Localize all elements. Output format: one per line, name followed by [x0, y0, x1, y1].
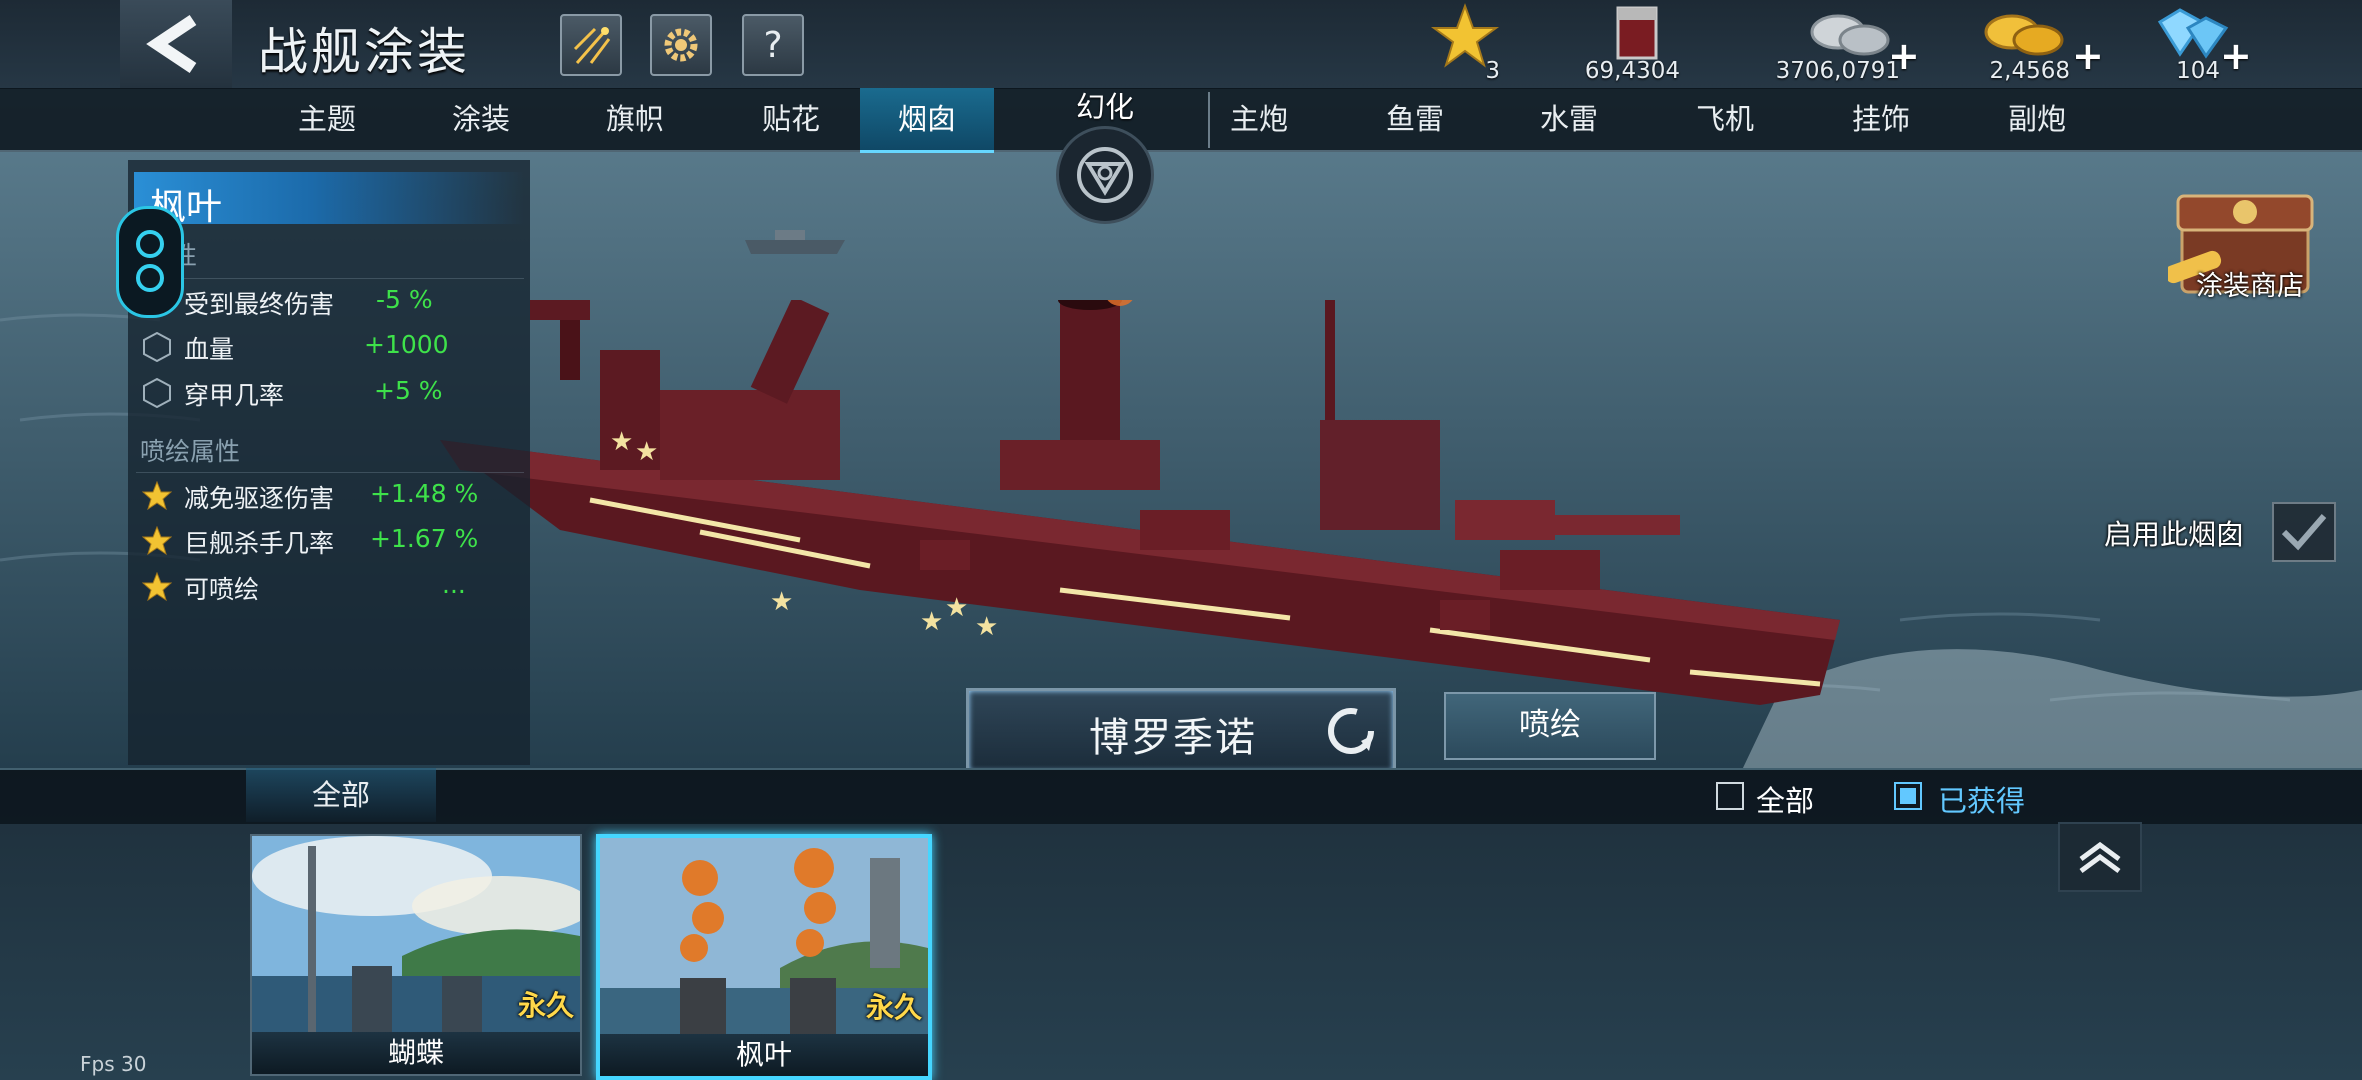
help-button[interactable]: ?: [742, 14, 804, 76]
settings-button[interactable]: [650, 14, 712, 76]
attr-value: +5 %: [374, 376, 443, 405]
skin-stats-panel: 枫叶 性 受到最终伤害 -5 % 血量 +1000 穿甲几率 +5 % 喷绘属性…: [128, 160, 530, 765]
side-emblem-badge[interactable]: [116, 206, 184, 318]
tab-decal[interactable]: 贴花: [726, 88, 856, 150]
tab-paint[interactable]: 涂装: [416, 88, 546, 150]
double-chevron-up-icon: [2079, 841, 2121, 874]
spray-attr-row: 减免驱逐伤害 +1.48 %: [136, 472, 524, 517]
skin-name-header: 枫叶: [134, 172, 524, 228]
show-all-checkbox[interactable]: [1716, 782, 1744, 810]
star-attribute-icon: [142, 572, 172, 602]
enable-chimney-checkbox[interactable]: [2272, 502, 2336, 562]
paint-resource: 69,4304: [1560, 0, 1680, 88]
svg-text:★: ★: [945, 593, 968, 623]
tab-secondary-gun[interactable]: 副炮: [1972, 88, 2102, 150]
tab-mine[interactable]: 水雷: [1504, 88, 1634, 150]
svg-text:★: ★: [975, 612, 998, 642]
silver-count: 3706,0791: [1775, 58, 1900, 84]
switch-ship-icon[interactable]: [1325, 705, 1377, 757]
spray-attr-value: +1.67 %: [370, 524, 479, 553]
ship-name: 博罗季诺: [1089, 715, 1257, 761]
diamond-plus-icon[interactable]: +: [2220, 34, 2252, 78]
card-name: 蝴蝶: [252, 1032, 580, 1074]
attr-name: 血量: [184, 335, 235, 364]
attr-value: -5 %: [376, 285, 433, 314]
star-count: 3: [1485, 58, 1500, 84]
star-attribute-icon: [142, 481, 172, 511]
tab-flag[interactable]: 旗帜: [570, 88, 700, 150]
checkmark-icon: [2281, 514, 2327, 551]
spray-attr-name: 巨舰杀手几率: [184, 529, 335, 558]
tab-theme[interactable]: 主题: [262, 88, 392, 150]
hex-attribute-icon: [143, 378, 171, 408]
star-resource: 3: [1430, 0, 1500, 88]
hex-attribute-icon: [143, 332, 171, 362]
owned-only-label[interactable]: 已获得: [1938, 778, 2025, 820]
silver-coins-icon: [1810, 14, 1890, 56]
tab-aircraft[interactable]: 飞机: [1660, 88, 1790, 150]
paint-shop-label[interactable]: 涂装商店: [2196, 264, 2304, 303]
spray-attr-row: 可喷绘 ...: [136, 564, 524, 608]
gear-icon: [664, 28, 698, 62]
top-bar: 战舰涂装 ? 3 69,4304 3706,0791 + 2,4568 + 10…: [0, 0, 2362, 89]
attr-row: 穿甲几率 +5 %: [136, 370, 524, 414]
silver-resource[interactable]: 3706,0791 +: [1750, 0, 1920, 88]
transform-label: 幻化: [1075, 90, 1134, 124]
gold-coins-icon: [1984, 14, 2064, 56]
spray-paint-button[interactable]: 喷绘: [1444, 692, 1656, 760]
gold-count: 2,4568: [1989, 58, 2070, 84]
svg-text:★: ★: [920, 607, 943, 637]
attr-name: 受到最终伤害: [184, 290, 335, 319]
svg-text:★: ★: [610, 427, 633, 457]
tab-main-gun[interactable]: 主炮: [1194, 88, 1324, 150]
star-attribute-icon: [142, 526, 172, 556]
diamond-count: 104: [2176, 58, 2220, 84]
page-title: 战舰涂装: [258, 23, 470, 81]
enable-chimney-label: 启用此烟囱: [2104, 518, 2245, 551]
collapse-panel-button[interactable]: [2058, 822, 2142, 892]
question-mark-icon: ?: [763, 24, 783, 66]
attr-row: 血量 +1000: [136, 324, 524, 368]
diamond-resource[interactable]: 104 +: [2140, 0, 2252, 88]
skin-card-butterfly[interactable]: 永久 蝴蝶: [250, 834, 582, 1076]
triangle-emblem-icon: [1077, 147, 1133, 203]
fps-counter: Fps 30: [80, 1052, 147, 1076]
spray-attr-name: 减免驱逐伤害: [184, 484, 335, 513]
fireworks-icon: [573, 27, 611, 64]
back-button[interactable]: [120, 0, 232, 88]
show-all-label[interactable]: 全部: [1756, 778, 1814, 820]
attr-row: 受到最终伤害 -5 %: [136, 278, 524, 323]
transform-circle: [1056, 126, 1154, 224]
card-name: 枫叶: [600, 1034, 928, 1076]
tab-chimney[interactable]: 烟囱: [860, 88, 994, 153]
back-arrow-icon: [146, 15, 197, 73]
svg-text:★: ★: [770, 587, 793, 617]
attr-value: +1000: [364, 330, 449, 359]
emblem-icon: [136, 230, 164, 292]
filter-tab-all[interactable]: 全部: [246, 768, 436, 822]
fireworks-button[interactable]: [560, 14, 622, 76]
paint-bucket-icon: [1616, 6, 1658, 60]
paint-count: 69,4304: [1584, 58, 1680, 84]
tab-torpedo[interactable]: 鱼雷: [1350, 88, 1480, 150]
skin-card-maple[interactable]: 永久 枫叶: [596, 834, 932, 1080]
attr-name: 穿甲几率: [184, 381, 285, 410]
spray-section-label: 喷绘属性: [140, 437, 241, 466]
permanent-tag: 永久: [517, 989, 574, 1022]
ship-name-plate[interactable]: 博罗季诺: [966, 688, 1396, 774]
tab-ornament[interactable]: 挂饰: [1816, 88, 1946, 150]
gold-plus-icon[interactable]: +: [2072, 34, 2104, 78]
spray-attr-name: 可喷绘: [184, 575, 260, 604]
spray-attr-value: +1.48 %: [370, 479, 479, 508]
gold-resource[interactable]: 2,4568 +: [1960, 0, 2104, 88]
transform-button[interactable]: 幻化: [1050, 84, 1160, 224]
permanent-tag: 永久: [865, 991, 922, 1024]
svg-text:★: ★: [635, 437, 658, 467]
silver-plus-icon[interactable]: +: [1888, 34, 1920, 78]
spray-attr-row: 巨舰杀手几率 +1.67 %: [136, 518, 524, 562]
owned-only-checkbox[interactable]: [1894, 782, 1922, 810]
spray-attr-value: ...: [442, 570, 466, 599]
category-tab-bar: 主题 涂装 旗帜 贴花 烟囱 主炮 鱼雷 水雷 飞机 挂饰 副炮: [0, 88, 2362, 153]
